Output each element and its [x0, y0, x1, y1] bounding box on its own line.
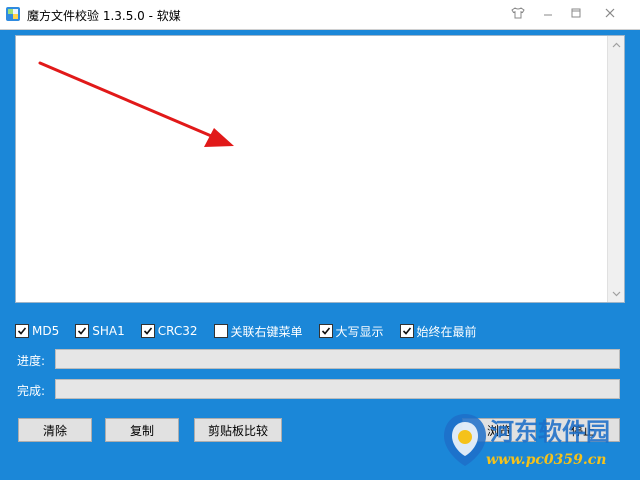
skin-button[interactable] — [504, 2, 532, 24]
title-bar: 魔方文件校验 1.3.5.0 - 软媒 — [0, 0, 640, 30]
watermark: 河东软件园 www.pc0359.cn — [438, 408, 640, 480]
option-always-on-top[interactable]: 始终在最前 — [399, 323, 477, 340]
progress-bar — [55, 349, 620, 369]
minimize-icon — [544, 14, 552, 16]
copy-button[interactable]: 复制 — [105, 418, 179, 442]
options-row: MD5 SHA1 CRC32 关联右键菜单 大写显示 始终在最前 — [15, 320, 493, 342]
close-icon — [605, 8, 615, 18]
scroll-up-button[interactable] — [608, 36, 625, 53]
restore-icon — [571, 8, 581, 18]
option-context-menu[interactable]: 关联右键菜单 — [213, 323, 303, 340]
context-menu-checkbox[interactable] — [213, 324, 228, 338]
option-sha1[interactable]: SHA1 — [75, 324, 125, 338]
uppercase-label: 大写显示 — [335, 324, 384, 339]
clear-button[interactable]: 清除 — [18, 418, 92, 442]
close-button[interactable] — [596, 2, 624, 24]
md5-label: MD5 — [32, 324, 60, 338]
context-menu-label: 关联右键菜单 — [230, 324, 303, 339]
sha1-label: SHA1 — [92, 324, 125, 338]
restore-button[interactable] — [562, 2, 590, 24]
complete-bar — [55, 379, 620, 399]
watermark-name: 河东软件园 — [490, 418, 610, 446]
watermark-url: www.pc0359.cn — [486, 452, 607, 468]
crc32-checkbox[interactable] — [140, 324, 155, 338]
chevron-up-icon — [612, 42, 621, 47]
progress-label: 进度: — [17, 354, 46, 368]
crc32-label: CRC32 — [157, 324, 198, 338]
chevron-down-icon — [612, 291, 621, 296]
scroll-down-button[interactable] — [608, 285, 625, 302]
window-title: 魔方文件校验 1.3.5.0 - 软媒 — [27, 9, 181, 23]
complete-label: 完成: — [17, 384, 46, 398]
option-crc32[interactable]: CRC32 — [140, 324, 198, 338]
red-arrow-annotation — [38, 61, 234, 147]
shirt-icon — [511, 7, 525, 19]
minimize-button[interactable] — [534, 2, 562, 24]
uppercase-checkbox[interactable] — [318, 324, 333, 338]
clipboard-compare-button[interactable]: 剪贴板比较 — [194, 418, 282, 442]
option-md5[interactable]: MD5 — [15, 324, 59, 338]
always-on-top-label: 始终在最前 — [416, 324, 477, 339]
option-uppercase[interactable]: 大写显示 — [318, 323, 384, 340]
md5-checkbox[interactable] — [15, 324, 29, 338]
watermark-logo-icon — [444, 414, 486, 466]
always-on-top-checkbox[interactable] — [399, 324, 414, 338]
hash-output-area[interactable] — [15, 35, 625, 303]
sha1-checkbox[interactable] — [75, 324, 90, 338]
app-icon — [6, 7, 20, 21]
vertical-scrollbar[interactable] — [607, 36, 624, 302]
